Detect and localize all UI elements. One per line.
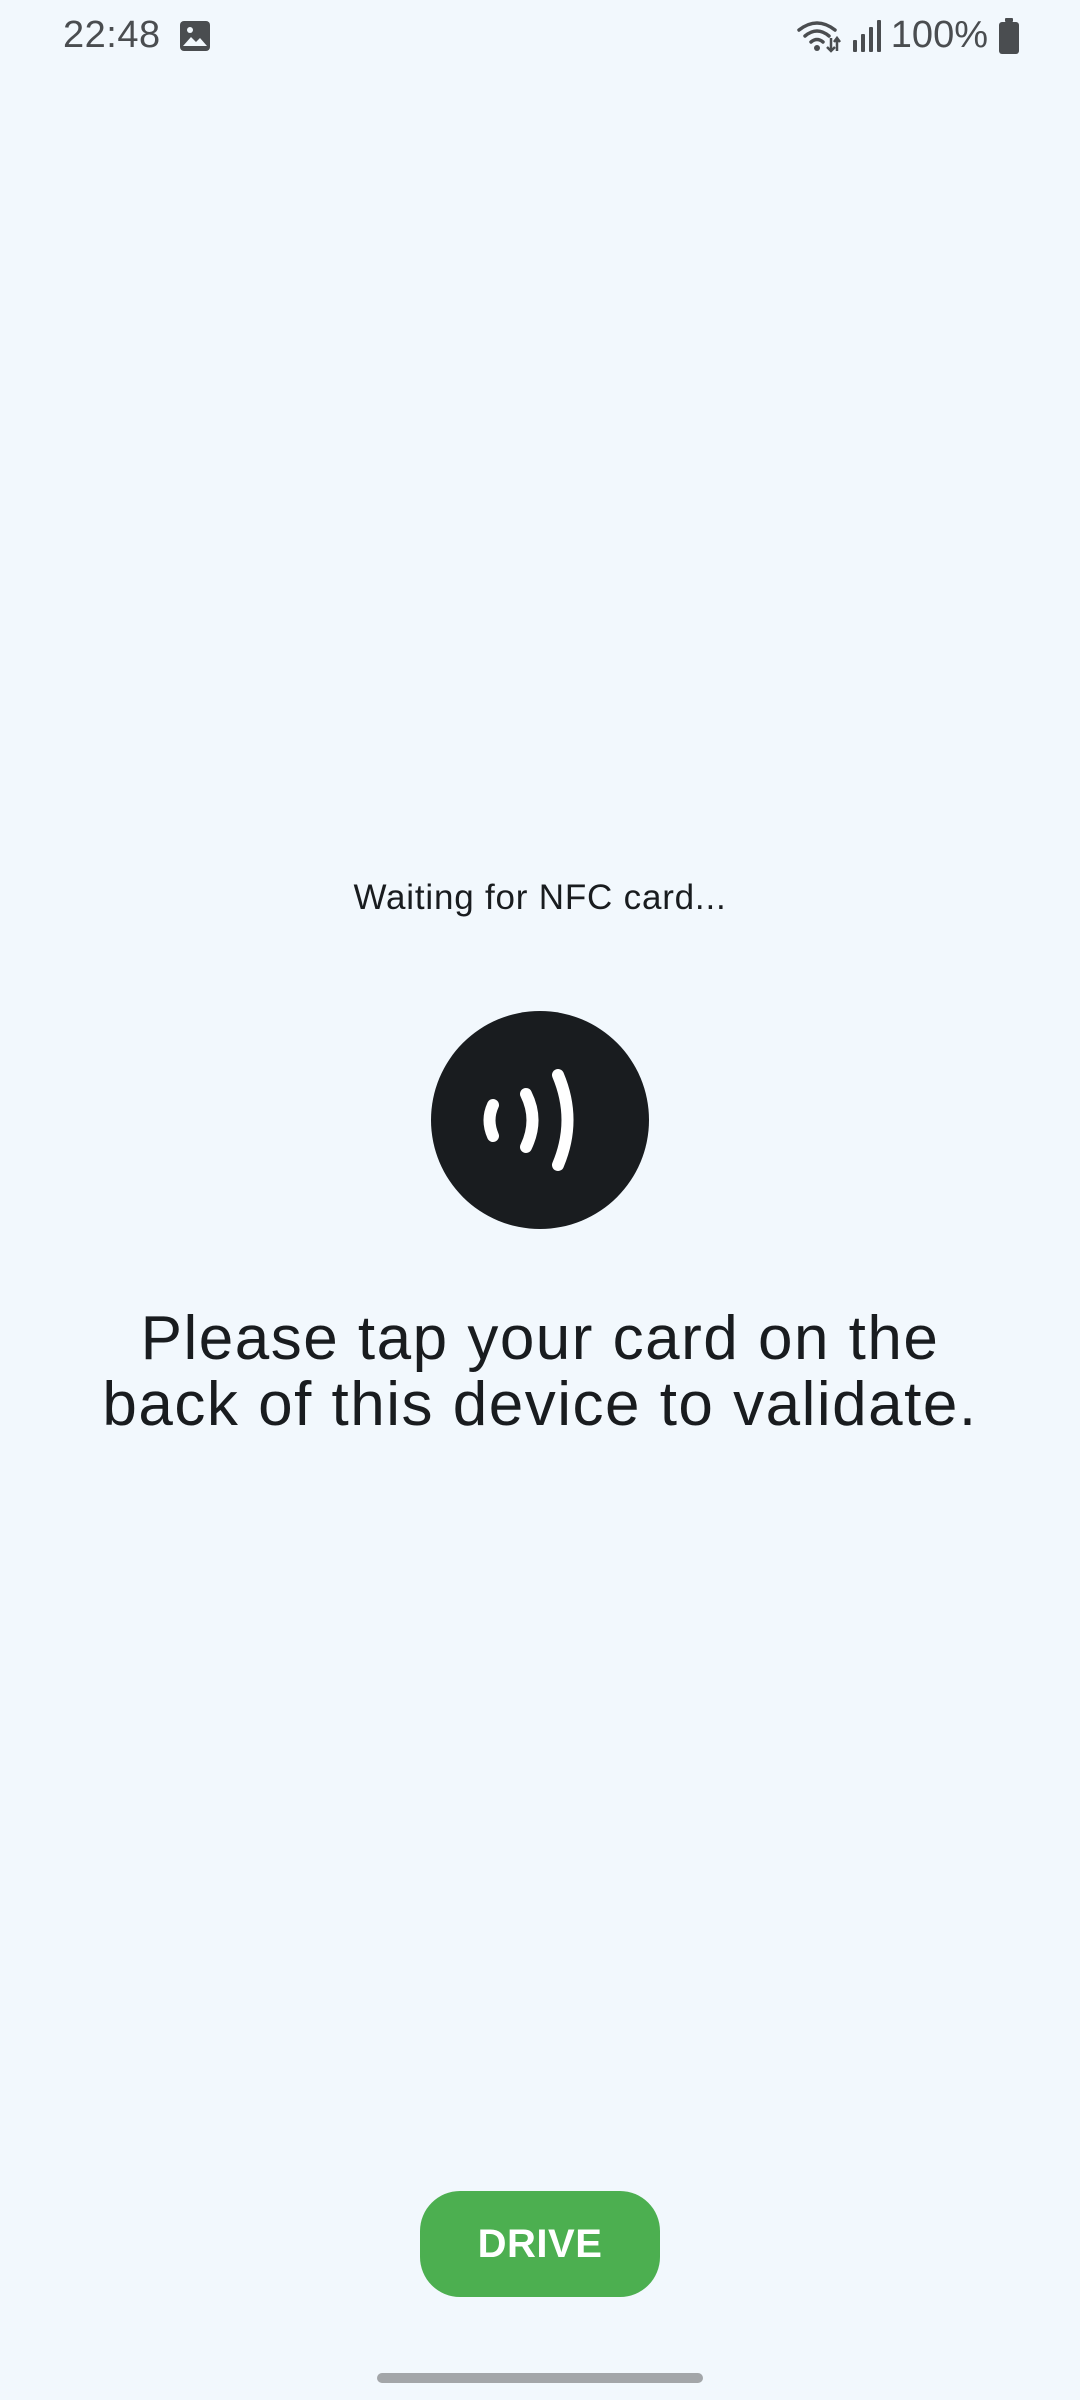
signal-icon [851, 18, 881, 54]
status-left: 22:48 [63, 14, 211, 57]
wifi-icon [797, 18, 841, 54]
status-right: 100% [797, 14, 1020, 57]
battery-icon [998, 17, 1020, 55]
home-indicator[interactable] [377, 2373, 703, 2383]
instruction-text: Please tap your card on the back of this… [40, 1306, 1040, 1438]
instruction-line-1: Please tap your card on the [140, 1304, 940, 1373]
status-bar: 22:48 100% [0, 0, 1080, 80]
instruction-line-2: back of this device to validate. [102, 1370, 978, 1439]
gallery-icon [179, 20, 211, 52]
nfc-contactless-icon [431, 1011, 649, 1229]
battery-percent: 100% [890, 14, 988, 56]
status-time: 22:48 [63, 14, 161, 56]
drive-button[interactable]: DRIVE [420, 2191, 660, 2297]
waiting-status-text: Waiting for NFC card... [353, 878, 727, 917]
